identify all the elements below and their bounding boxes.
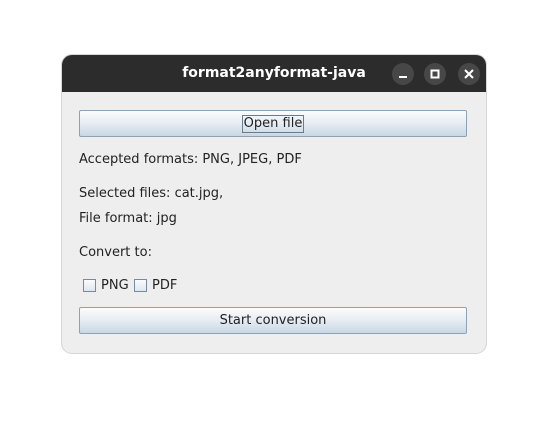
title-bar[interactable]: format2anyformat-java [62,55,486,92]
png-checkbox-label: PNG [101,277,129,293]
start-conversion-button[interactable]: Start conversion [79,307,467,334]
file-format-label: File format: jpg [79,211,177,226]
png-checkbox[interactable]: PNG [83,277,129,293]
open-file-label: Open file [241,115,305,133]
minimize-button[interactable] [392,63,414,85]
window-title: format2anyformat-java [182,65,366,81]
open-file-button[interactable]: Open file [79,110,467,137]
close-icon [464,69,474,79]
pdf-checkbox[interactable]: PDF [134,277,177,293]
accepted-formats-label: Accepted formats: PNG, JPEG, PDF [79,152,302,167]
pdf-checkbox-box[interactable] [134,278,147,292]
maximize-icon [430,69,440,79]
selected-files-label: Selected files: cat.jpg, [79,186,224,201]
app-window: format2anyformat-java Open file Accepted… [62,55,486,353]
maximize-button[interactable] [424,63,446,85]
convert-to-label: Convert to: [79,245,152,260]
png-checkbox-box[interactable] [83,278,96,292]
minimize-icon [399,76,407,78]
close-button[interactable] [458,63,480,85]
pdf-checkbox-label: PDF [152,277,178,293]
